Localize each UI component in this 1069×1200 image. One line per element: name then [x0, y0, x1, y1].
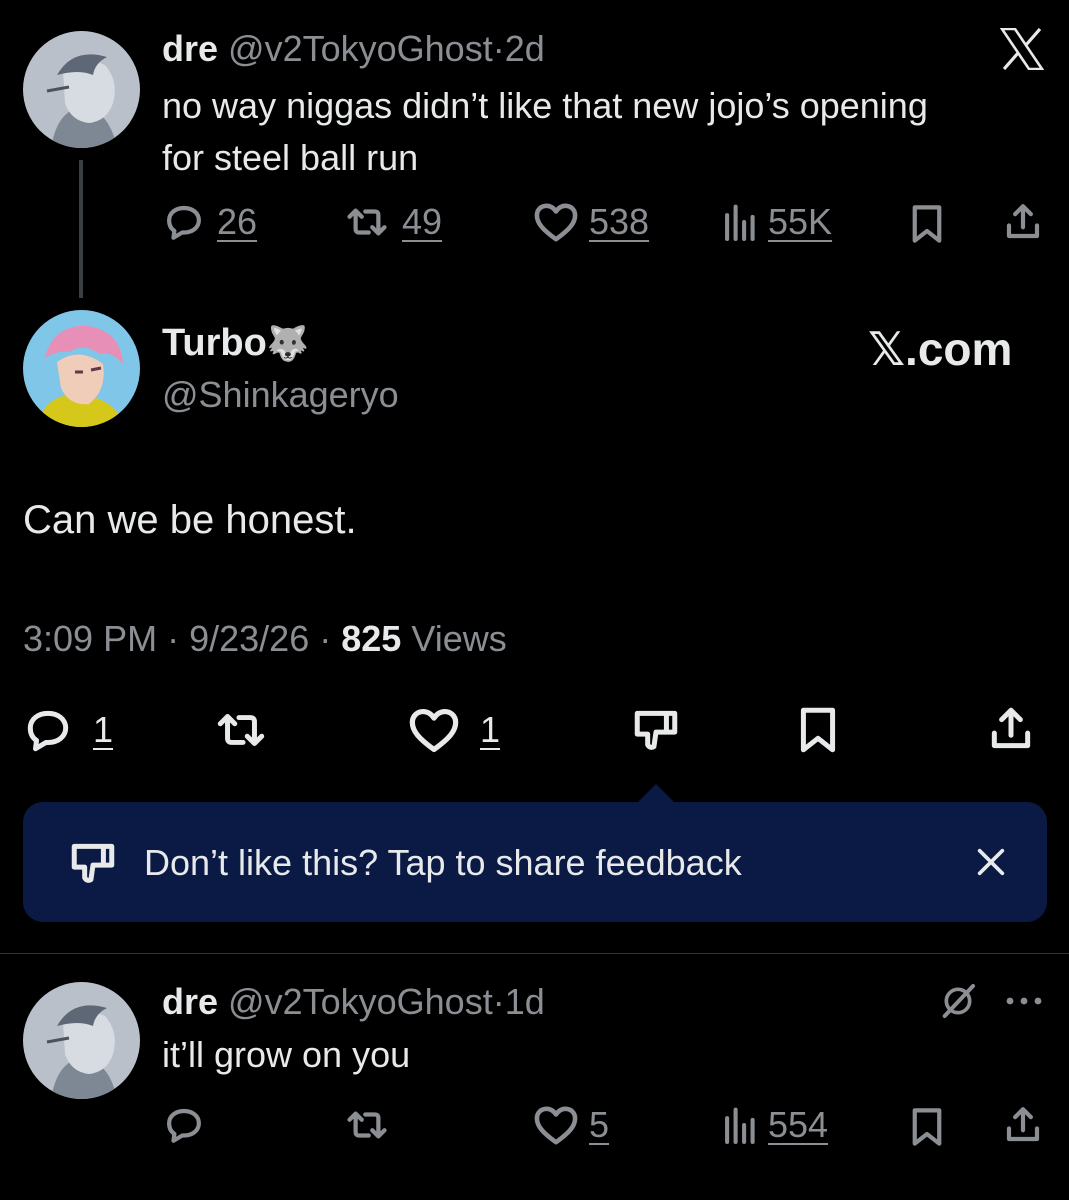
divider: [0, 953, 1069, 954]
like-count: 1: [480, 709, 501, 750]
post-text-line-1: no way niggas didn’t like that new jojo’…: [162, 85, 928, 126]
like-count: 538: [589, 201, 650, 242]
grok-icon[interactable]: [938, 981, 978, 1026]
repost-count: 49: [402, 201, 443, 242]
like-count: 5: [589, 1104, 610, 1145]
share-icon: [1006, 1107, 1040, 1142]
bookmark-button[interactable]: [795, 705, 841, 755]
repost-button[interactable]: 49: [342, 201, 442, 243]
post-age[interactable]: 1d: [505, 981, 545, 1022]
post-header: dre @v2TokyoGhost·1d: [162, 981, 545, 1023]
post-meta: 3:09 PM · 9/23/26 · 825 Views: [23, 618, 507, 660]
reply-button[interactable]: [163, 1104, 205, 1146]
reply-button[interactable]: 26: [163, 201, 257, 243]
author-name[interactable]: dre: [162, 28, 218, 69]
like-button[interactable]: 5: [533, 1104, 609, 1146]
views-label: Views: [411, 618, 507, 659]
avatar[interactable]: [23, 31, 140, 148]
separator: ·: [319, 618, 332, 659]
bookmark-button[interactable]: [909, 203, 945, 245]
repost-icon: [347, 208, 387, 236]
views-count: 55K: [768, 201, 833, 242]
author-name-row: Turbo🐺: [162, 322, 309, 365]
dislike-button[interactable]: [630, 705, 682, 755]
close-icon[interactable]: [974, 845, 1008, 884]
repost-icon: [347, 1111, 387, 1139]
avatar-image: [23, 31, 140, 148]
post-text: no way niggas didn’t like that new jojo’…: [162, 80, 928, 184]
avatar-image: [23, 310, 140, 427]
x-logo-icon: [999, 27, 1045, 75]
post-date[interactable]: 9/23/26: [189, 618, 309, 659]
separator: ·: [492, 981, 505, 1022]
views-count: 554: [768, 1104, 829, 1145]
bookmark-icon: [912, 205, 942, 243]
views-button[interactable]: 55K: [722, 201, 832, 243]
post-header: dre @v2TokyoGhost·2d: [162, 28, 545, 70]
reply-button[interactable]: 1: [23, 705, 113, 755]
reply-icon: [27, 710, 69, 752]
author-name[interactable]: dre: [162, 981, 218, 1022]
repost-icon: [217, 714, 265, 746]
like-button[interactable]: 538: [533, 201, 649, 243]
avatar-image: [23, 982, 140, 1099]
heart-icon: [534, 203, 578, 242]
analytics-icon: [725, 204, 755, 242]
avatar[interactable]: [23, 310, 140, 427]
reply-icon: [167, 205, 201, 240]
heart-icon: [409, 708, 459, 753]
thread-line: [79, 160, 83, 298]
post-age[interactable]: 2d: [505, 28, 545, 69]
post-time[interactable]: 3:09 PM: [23, 618, 157, 659]
share-button[interactable]: [986, 703, 1036, 755]
repost-button[interactable]: [212, 705, 270, 755]
bookmark-icon: [912, 1108, 942, 1146]
reply-icon: [167, 1108, 201, 1143]
author-handle[interactable]: @v2TokyoGhost: [228, 981, 493, 1022]
banner-pointer: [636, 784, 676, 804]
post-text: Can we be honest.: [23, 498, 357, 542]
author-name[interactable]: Turbo: [162, 322, 267, 364]
share-icon: [991, 707, 1031, 749]
separator: ·: [492, 28, 505, 69]
banner-text[interactable]: Don’t like this? Tap to share feedback: [144, 842, 742, 884]
views-count: 825: [341, 618, 402, 659]
repost-button[interactable]: [342, 1104, 392, 1146]
post-text-line-2: for steel ball run: [162, 137, 419, 178]
thumbs-down-icon: [67, 838, 119, 893]
reply-count: 1: [93, 709, 114, 750]
like-button[interactable]: 1: [408, 705, 500, 755]
avatar[interactable]: [23, 982, 140, 1099]
author-handle[interactable]: @v2TokyoGhost: [228, 28, 493, 69]
analytics-icon: [725, 1107, 755, 1145]
separator: ·: [167, 618, 180, 659]
views-button[interactable]: 554: [722, 1104, 828, 1146]
more-options-icon[interactable]: [1004, 994, 1044, 1012]
author-handle[interactable]: @Shinkageryo: [162, 374, 399, 416]
thumbs-down-icon: [634, 710, 678, 750]
bookmark-icon: [800, 707, 836, 753]
share-icon: [1006, 204, 1040, 239]
x-com-watermark: 𝕏.com: [868, 323, 1013, 375]
share-button[interactable]: [1002, 201, 1044, 243]
heart-icon: [534, 1106, 578, 1145]
share-button[interactable]: [1002, 1104, 1044, 1146]
reply-count: 26: [217, 201, 258, 242]
wolf-emoji-icon: 🐺: [266, 325, 310, 363]
post-text: it’ll grow on you: [162, 1034, 411, 1075]
bookmark-button[interactable]: [909, 1106, 945, 1148]
